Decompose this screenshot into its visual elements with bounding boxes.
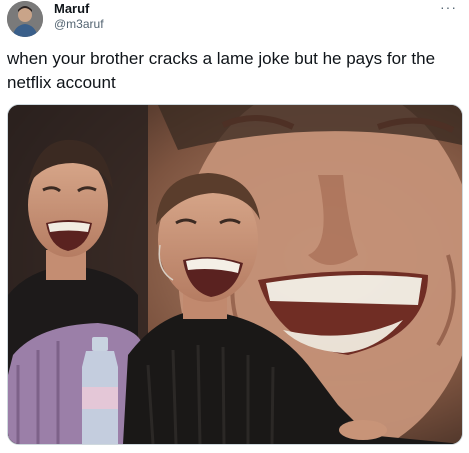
avatar-image: [7, 1, 43, 37]
water-bottle: [82, 337, 118, 444]
author-avatar[interactable]: [7, 1, 43, 37]
tweet-media-image[interactable]: [7, 104, 463, 445]
tweet-text: when your brother cracks a lame joke but…: [7, 49, 436, 92]
meme-image: [8, 105, 462, 444]
author-handle[interactable]: @m3aruf: [54, 17, 104, 31]
author-name[interactable]: Maruf: [54, 1, 89, 17]
more-options-icon[interactable]: ···: [440, 0, 457, 14]
